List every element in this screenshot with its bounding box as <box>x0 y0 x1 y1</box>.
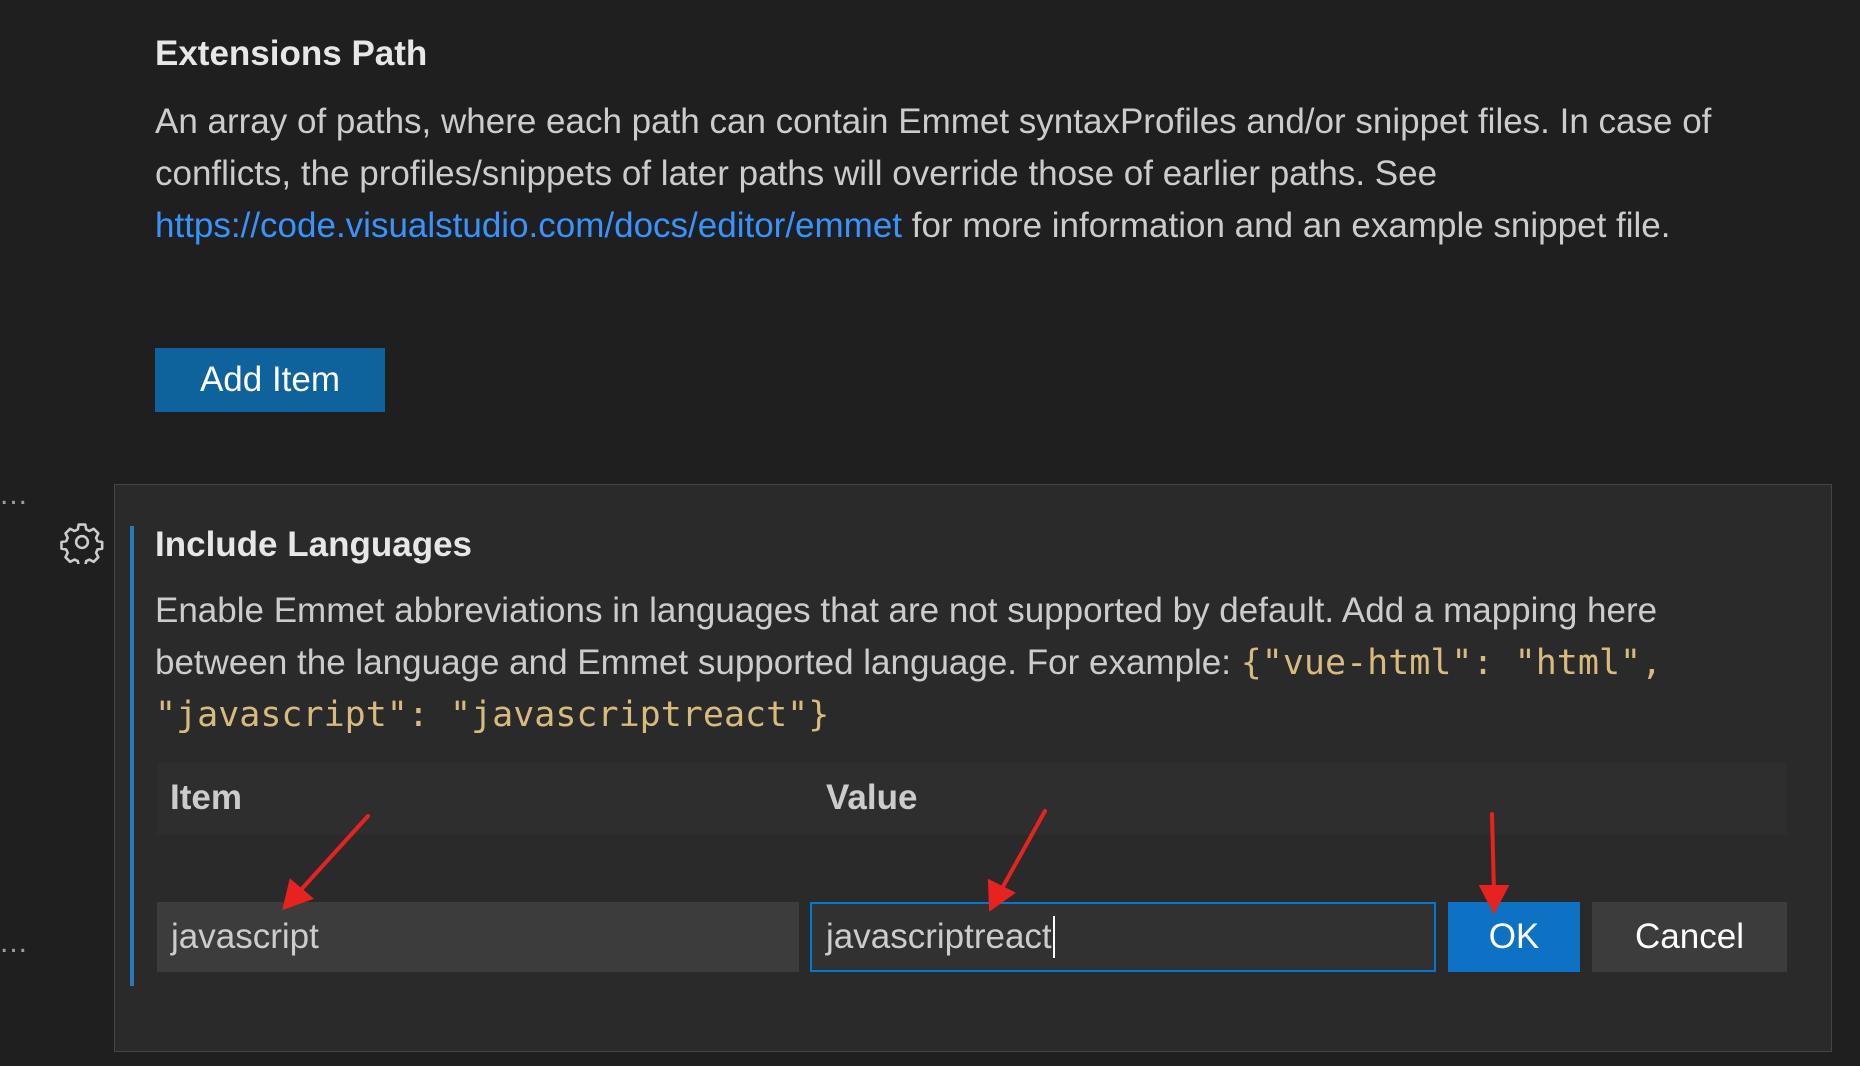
more-actions-bottom[interactable]: ... <box>0 926 28 960</box>
add-item-button[interactable]: Add Item <box>155 348 385 412</box>
item-input[interactable]: javascript <box>157 902 799 972</box>
emmet-docs-link[interactable]: https://code.visualstudio.com/docs/edito… <box>155 206 902 245</box>
table-header <box>157 763 1787 835</box>
value-input-text: javascriptreact <box>826 917 1052 956</box>
settings-page: Extensions Path An array of paths, where… <box>0 0 1860 1066</box>
extensions-path-desc-part2: for more information and an example snip… <box>902 206 1671 245</box>
extensions-path-desc-part1: An array of paths, where each path can c… <box>155 102 1712 193</box>
ok-button[interactable]: OK <box>1448 902 1580 972</box>
include-languages-title: Include Languages <box>155 525 472 564</box>
gear-icon[interactable] <box>60 520 104 564</box>
extensions-path-description: An array of paths, where each path can c… <box>155 96 1795 252</box>
extensions-path-title: Extensions Path <box>155 34 428 73</box>
value-input[interactable]: javascriptreact <box>810 902 1436 972</box>
include-languages-description: Enable Emmet abbreviations in languages … <box>155 585 1795 741</box>
column-header-value: Value <box>826 778 918 817</box>
more-actions-top[interactable]: ... <box>0 478 28 512</box>
cancel-button[interactable]: Cancel <box>1592 902 1787 972</box>
item-input-text: javascript <box>171 917 319 956</box>
focus-indicator <box>130 526 134 986</box>
text-caret <box>1052 916 1055 958</box>
column-header-item: Item <box>170 778 242 817</box>
